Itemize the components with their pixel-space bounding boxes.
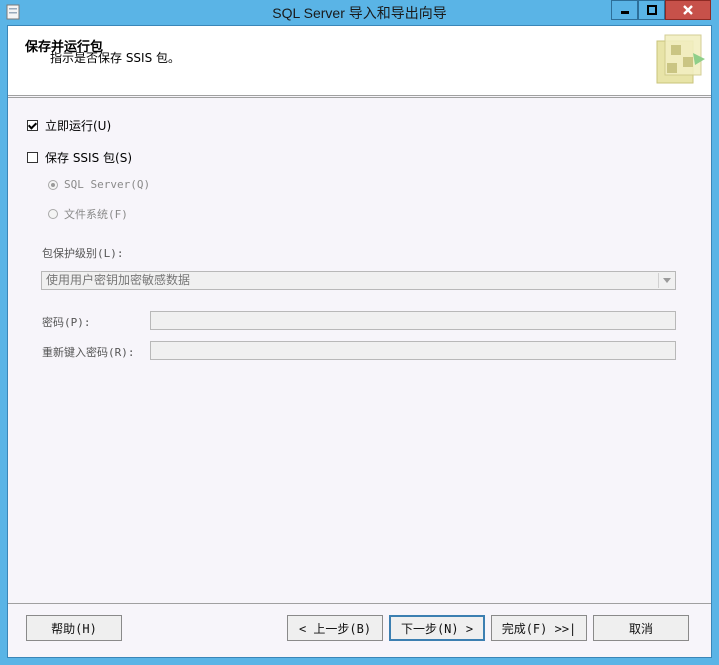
protection-level-value: 使用用户密钥加密敏感数据 — [46, 273, 191, 287]
back-button[interactable]: < 上一步(B) — [287, 615, 383, 641]
password-field[interactable] — [150, 311, 676, 330]
close-icon — [683, 5, 693, 15]
wizard-client-area: 保存并运行包 指示是否保存 SSIS 包。 立即运行(U) 保存 SSIS 包(… — [7, 25, 712, 658]
radio-file-system[interactable]: 文件系统(F) — [48, 206, 128, 222]
wizard-banner-icon — [656, 34, 705, 84]
radio-sql-server[interactable]: SQL Server(Q) — [48, 178, 150, 191]
footer-divider — [8, 603, 711, 604]
wizard-header: 保存并运行包 指示是否保存 SSIS 包。 — [8, 26, 711, 96]
help-button[interactable]: 帮助(H) — [26, 615, 122, 641]
minimize-icon — [620, 11, 629, 14]
maximize-button[interactable] — [638, 0, 665, 20]
radio-sql-server-label: SQL Server(Q) — [64, 178, 151, 191]
chevron-down-icon — [662, 278, 671, 283]
run-now-checkbox[interactable]: 立即运行(U) — [27, 117, 111, 134]
retype-password-label: 重新键入密码(R): — [42, 346, 135, 359]
save-ssis-checkbox-box[interactable] — [27, 152, 38, 163]
maximize-icon — [646, 5, 657, 15]
save-ssis-checkbox[interactable]: 保存 SSIS 包(S) — [27, 149, 132, 166]
cancel-button[interactable]: 取消 — [593, 615, 689, 641]
finish-button[interactable]: 完成(F) >>| — [491, 615, 587, 641]
password-label: 密码(P): — [42, 316, 91, 329]
title-bar[interactable]: SQL Server 导入和导出向导 — [0, 0, 719, 25]
retype-password-field[interactable] — [150, 341, 676, 360]
radio-file-system-label: 文件系统(F) — [64, 208, 128, 221]
combo-dropdown-button[interactable] — [658, 273, 674, 288]
minimize-button[interactable] — [611, 0, 638, 20]
close-button[interactable] — [665, 0, 711, 20]
save-ssis-label: 保存 SSIS 包(S) — [45, 151, 133, 165]
header-divider — [8, 97, 711, 98]
protection-level-label: 包保护级别(L): — [42, 247, 124, 260]
radio-file-system-dot[interactable] — [48, 209, 58, 219]
wizard-window: SQL Server 导入和导出向导 保存并运行包 指示是否保存 SSIS 包。 — [0, 0, 719, 665]
run-now-checkbox-box[interactable] — [27, 120, 38, 131]
radio-sql-server-dot[interactable] — [48, 179, 58, 190]
protection-level-select[interactable]: 使用用户密钥加密敏感数据 — [41, 271, 676, 290]
page-subtitle: 指示是否保存 SSIS 包。 — [50, 51, 181, 65]
next-button[interactable]: 下一步(N) > — [389, 615, 485, 641]
run-now-label: 立即运行(U) — [45, 119, 112, 133]
